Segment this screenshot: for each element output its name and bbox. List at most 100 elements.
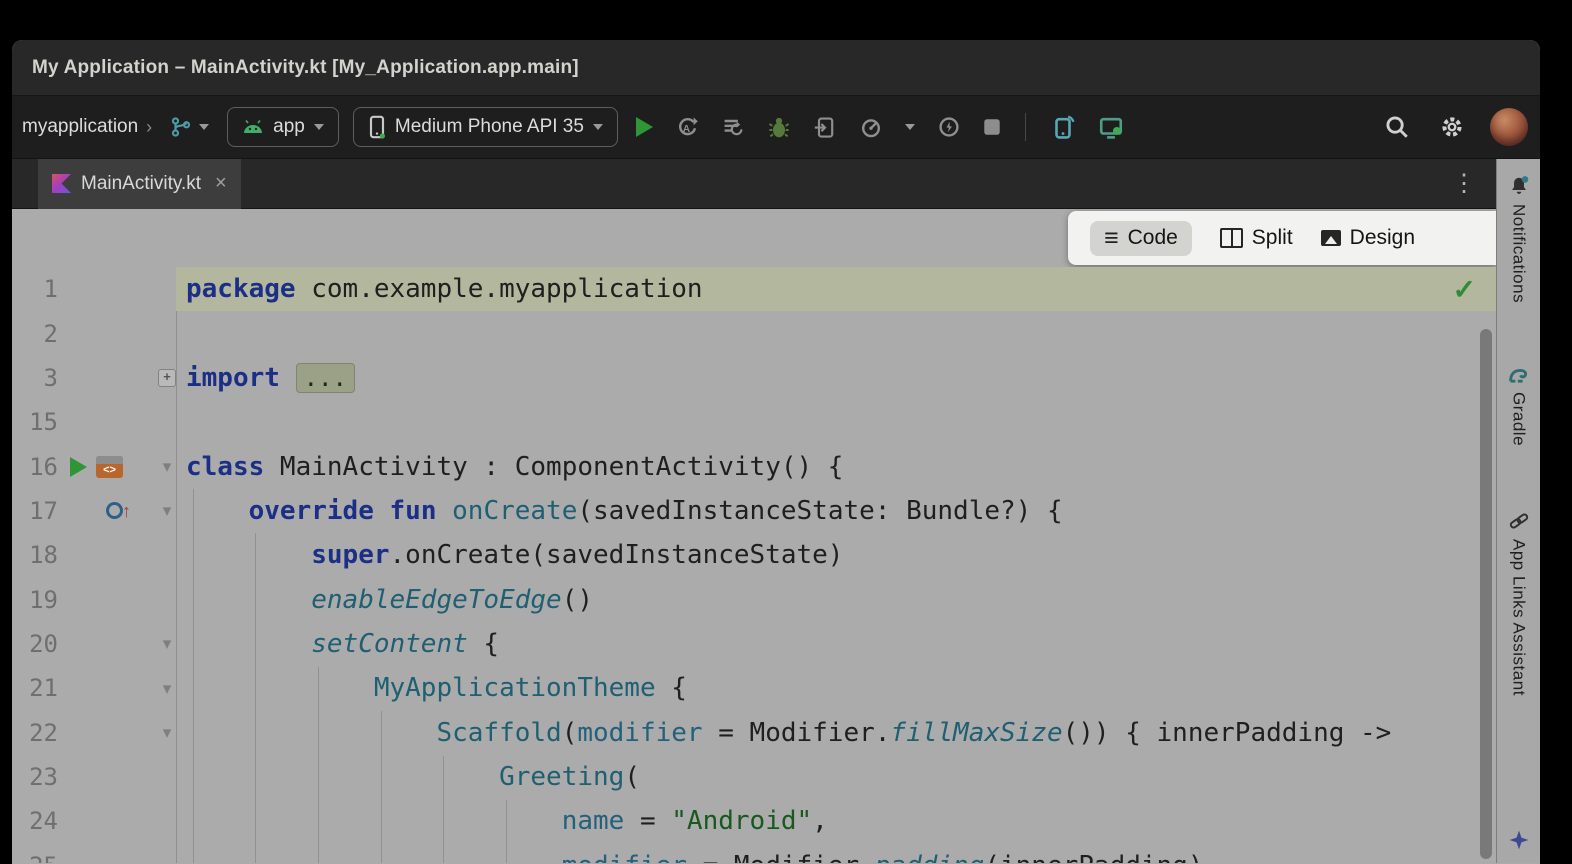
line-number[interactable]: 18 — [12, 541, 58, 569]
chevron-down-icon — [593, 124, 603, 130]
line-number[interactable]: 2 — [12, 320, 58, 348]
phone-icon — [368, 115, 386, 139]
search-button[interactable] — [1380, 110, 1414, 144]
stop-button[interactable] — [979, 114, 1005, 140]
fold-collapse-icon[interactable]: ▾ — [163, 502, 172, 519]
scrollbar-thumb[interactable] — [1480, 329, 1492, 859]
user-avatar[interactable] — [1490, 108, 1528, 146]
line-number[interactable]: 24 — [12, 807, 58, 835]
line-number[interactable]: 3 — [12, 364, 58, 392]
code-icon: ≡ — [1104, 226, 1119, 251]
apply-changes-icon: A — [675, 115, 699, 139]
line-number[interactable]: 21 — [12, 674, 58, 702]
line-number[interactable]: 1 — [12, 275, 58, 303]
gradle-elephant-icon — [1507, 363, 1531, 385]
breadcrumb-chevron-icon: › — [146, 117, 152, 138]
titlebar: My Application – MainActivity.kt [My_App… — [12, 40, 1540, 96]
fold-collapse-icon[interactable]: ▾ — [163, 458, 172, 475]
line-number[interactable]: 25 — [12, 852, 58, 863]
code-line[interactable]: 25 modifier = Modifier.padding(innerPadd… — [12, 843, 1496, 863]
line-number[interactable]: 16 — [12, 453, 58, 481]
line-number[interactable]: 20 — [12, 630, 58, 658]
window-title: My Application – MainActivity.kt [My_App… — [32, 57, 579, 79]
settings-button[interactable] — [1434, 109, 1470, 145]
bell-icon — [1508, 175, 1530, 197]
override-method-icon[interactable]: ↑ — [106, 502, 131, 520]
code-text: class MainActivity : ComponentActivity()… — [176, 452, 843, 482]
code-line[interactable]: 22 ▾ Scaffold(modifier = Modifier.fillMax… — [12, 710, 1496, 754]
code-line[interactable]: 17 ↑ ▾ override fun onCreate(savedInstance… — [12, 489, 1496, 533]
run-line-icon[interactable] — [70, 457, 87, 477]
line-number[interactable]: 15 — [12, 408, 58, 436]
code-text: super.onCreate(savedInstanceState) — [176, 540, 843, 570]
code-line[interactable]: 2 — [12, 311, 1496, 355]
project-breadcrumb[interactable]: myapplication › — [22, 116, 152, 138]
mode-code-button[interactable]: ≡ Code — [1090, 221, 1192, 256]
line-number[interactable]: 19 — [12, 586, 58, 614]
fold-column: ▾ — [158, 635, 176, 652]
run-configuration-label: app — [273, 116, 305, 138]
mode-design-button[interactable]: Design — [1321, 226, 1415, 250]
code-line[interactable]: 3 +import ... — [12, 356, 1496, 400]
code-text: import ... — [176, 363, 355, 393]
indent-guide — [381, 711, 382, 863]
chevron-down-icon — [905, 124, 915, 130]
code-line[interactable]: 24 name = "Android", — [12, 799, 1496, 843]
gear-icon — [1438, 113, 1466, 141]
code-line[interactable]: 20 ▾ setContent { — [12, 622, 1496, 666]
more-run-options-button[interactable] — [901, 120, 919, 134]
code-line[interactable]: 21 ▾ MyApplicationTheme { — [12, 666, 1496, 710]
tab-close-icon[interactable]: × — [215, 172, 227, 195]
editor-pane[interactable]: ≡ Code Split Design 1package com.e — [12, 209, 1496, 863]
debug-button[interactable] — [763, 111, 795, 143]
code-line[interactable]: 1package com.example.myapplication✓ — [12, 267, 1496, 311]
code-text: MyApplicationTheme { — [176, 673, 687, 703]
run-configuration-select[interactable]: app — [227, 107, 339, 147]
device-label: Medium Phone API 35 — [395, 116, 584, 138]
code-area[interactable]: 1package com.example.myapplication✓23+im… — [12, 267, 1496, 863]
run-button[interactable] — [632, 113, 657, 141]
code-text: Scaffold(modifier = Modifier.fillMaxSize… — [176, 718, 1391, 748]
mode-split-label: Split — [1252, 226, 1293, 250]
stripe-item-app-links[interactable]: App Links Assistant — [1508, 510, 1530, 696]
fold-collapse-icon[interactable]: ▾ — [163, 680, 172, 697]
code-line[interactable]: 23 Greeting( — [12, 755, 1496, 799]
vcs-widget-button[interactable] — [166, 112, 213, 142]
code-line[interactable]: 18 super.onCreate(savedInstanceState) — [12, 533, 1496, 577]
attach-debugger-button[interactable] — [809, 111, 841, 143]
compose-preview-icon[interactable]: <> — [96, 456, 123, 478]
stripe-item-notifications[interactable]: Notifications — [1508, 175, 1530, 303]
inspections-ok-icon[interactable]: ✓ — [1453, 273, 1476, 306]
stripe-item-assistant[interactable] — [1508, 829, 1530, 851]
line-number[interactable]: 22 — [12, 719, 58, 747]
indent-guide — [318, 667, 319, 863]
search-icon — [1384, 114, 1410, 140]
apply-code-changes-button[interactable] — [717, 111, 749, 143]
fold-collapse-icon[interactable]: ▾ — [163, 635, 172, 652]
running-devices-icon — [1098, 114, 1124, 140]
fold-expand-icon[interactable]: + — [158, 369, 176, 387]
line-number[interactable]: 23 — [12, 763, 58, 791]
code-text: setContent { — [176, 629, 499, 659]
editor-tab-mainactivity[interactable]: MainActivity.kt × — [38, 159, 241, 209]
code-text: override fun onCreate(savedInstanceState… — [176, 496, 1063, 526]
fold-collapse-icon[interactable]: ▾ — [163, 724, 172, 741]
link-icon — [1508, 510, 1530, 532]
main-area: MainActivity.kt × ⋮ ≡ Code Split — [12, 159, 1540, 863]
tab-options-button[interactable]: ⋮ — [1452, 172, 1476, 196]
device-manager-button[interactable] — [1046, 110, 1080, 144]
code-line[interactable]: 19 enableEdgeToEdge() — [12, 577, 1496, 621]
play-icon — [636, 117, 653, 137]
code-line[interactable]: 16 <> ▾class MainActivity : ComponentActiv… — [12, 444, 1496, 488]
mode-split-button[interactable]: Split — [1220, 226, 1293, 250]
profile-app-icon — [937, 115, 961, 139]
profile-app-button[interactable] — [933, 111, 965, 143]
line-number[interactable]: 17 — [12, 497, 58, 525]
running-devices-button[interactable] — [1094, 110, 1128, 144]
code-line[interactable]: 15 — [12, 400, 1496, 444]
apply-changes-button[interactable]: A — [671, 111, 703, 143]
profiler-button[interactable] — [855, 111, 887, 143]
stripe-item-gradle[interactable]: Gradle — [1507, 363, 1531, 446]
device-select[interactable]: Medium Phone API 35 — [353, 107, 618, 147]
toolbar-right-cluster — [1380, 108, 1528, 146]
